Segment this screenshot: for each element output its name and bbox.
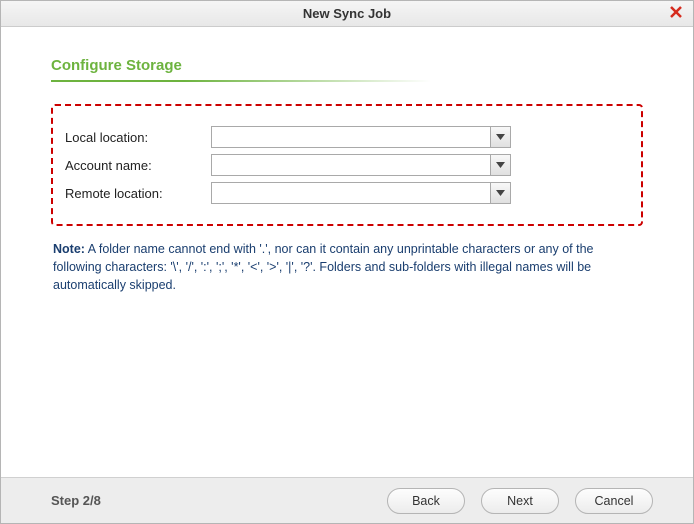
next-button[interactable]: Next bbox=[481, 488, 559, 514]
note-prefix: Note: bbox=[53, 242, 85, 256]
back-button[interactable]: Back bbox=[387, 488, 465, 514]
storage-form-highlight: Local location: Account name: bbox=[51, 104, 643, 226]
row-remote-location: Remote location: bbox=[61, 182, 625, 204]
titlebar: New Sync Job bbox=[1, 1, 693, 27]
remote-location-combo[interactable] bbox=[211, 182, 511, 204]
wizard-window: New Sync Job Configure Storage Local loc… bbox=[0, 0, 694, 524]
window-title: New Sync Job bbox=[303, 6, 391, 21]
local-location-combo[interactable] bbox=[211, 126, 511, 148]
account-name-combo[interactable] bbox=[211, 154, 511, 176]
close-icon[interactable] bbox=[667, 4, 685, 22]
label-remote-location: Remote location: bbox=[61, 186, 211, 201]
chevron-down-icon[interactable] bbox=[490, 127, 510, 147]
local-location-input[interactable] bbox=[212, 127, 490, 147]
section-heading: Configure Storage bbox=[51, 57, 643, 74]
chevron-down-icon[interactable] bbox=[490, 155, 510, 175]
note-text: Note: A folder name cannot end with '.',… bbox=[51, 234, 643, 294]
label-account-name: Account name: bbox=[61, 158, 211, 173]
wizard-footer: Step 2/8 Back Next Cancel bbox=[1, 477, 693, 523]
note-body: A folder name cannot end with '.', nor c… bbox=[53, 242, 594, 292]
content-area: Configure Storage Local location: Accoun… bbox=[1, 27, 693, 477]
cancel-button[interactable]: Cancel bbox=[575, 488, 653, 514]
section-divider bbox=[51, 80, 431, 82]
account-name-input[interactable] bbox=[212, 155, 490, 175]
row-local-location: Local location: bbox=[61, 126, 625, 148]
chevron-down-icon[interactable] bbox=[490, 183, 510, 203]
step-indicator: Step 2/8 bbox=[51, 493, 371, 508]
label-local-location: Local location: bbox=[61, 130, 211, 145]
row-account-name: Account name: bbox=[61, 154, 625, 176]
remote-location-input[interactable] bbox=[212, 183, 490, 203]
